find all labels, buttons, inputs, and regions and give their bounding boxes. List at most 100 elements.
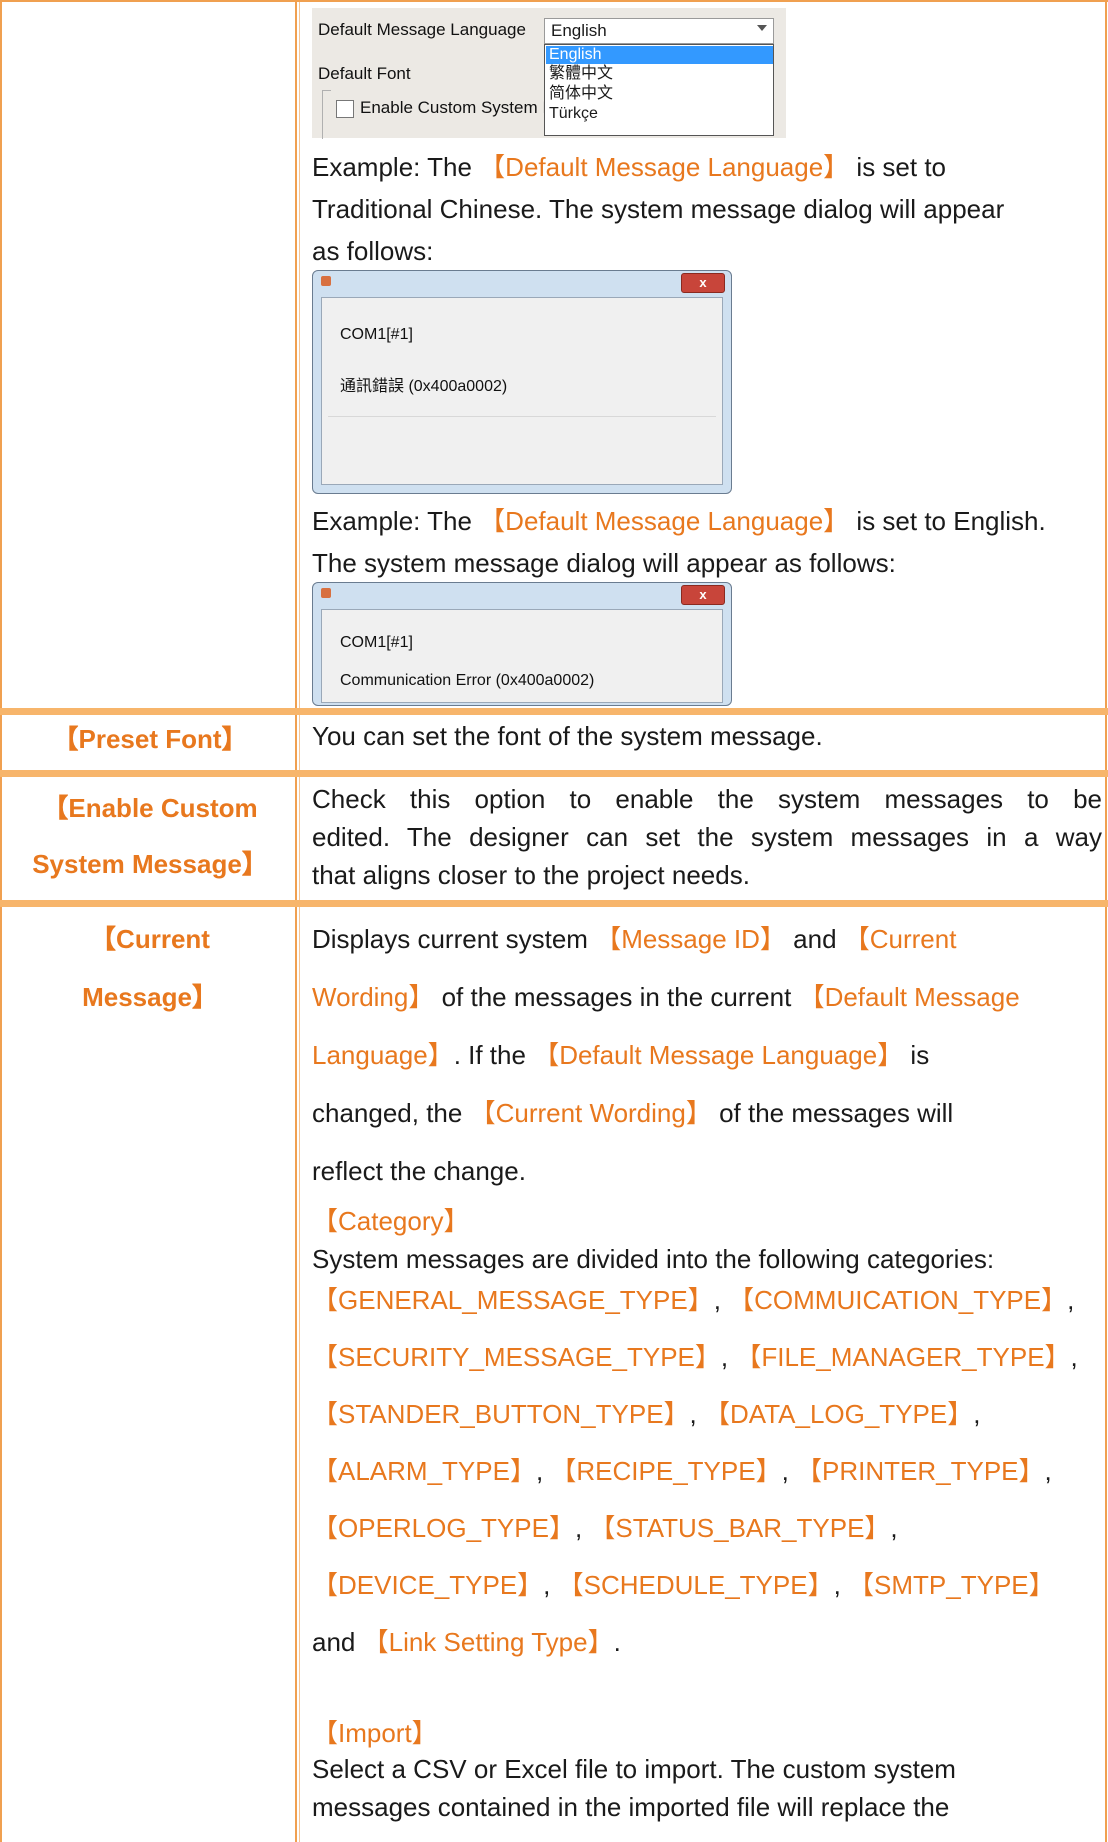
separator: , bbox=[1070, 1342, 1078, 1372]
example-suffix: is set to English. bbox=[849, 506, 1046, 536]
example-prefix: Example: The bbox=[312, 506, 480, 536]
example-suffix: is set to bbox=[849, 152, 947, 182]
enable-custom-description: Check this option to enable the system m… bbox=[312, 780, 1102, 894]
category-item: 【SECURITY_MESSAGE_TYPE】 bbox=[312, 1342, 721, 1372]
term-default-message-language: 【Default Message Language】 bbox=[479, 152, 850, 182]
row-separator-3 bbox=[0, 900, 1108, 907]
description-line: edited. The designer can set the system … bbox=[312, 822, 1102, 852]
separator: , bbox=[890, 1513, 898, 1543]
category-list: 【GENERAL_MESSAGE_TYPE】, 【COMMUICATION_TY… bbox=[312, 1272, 1102, 1671]
description-line: Select a CSV or Excel file to import. Th… bbox=[312, 1754, 956, 1784]
language-option[interactable]: 繁體中文 bbox=[549, 65, 613, 83]
text-run: changed, the bbox=[312, 1098, 470, 1128]
example-line: as follows: bbox=[312, 236, 434, 266]
category-item: 【DEVICE_TYPE】 bbox=[312, 1570, 544, 1600]
separator: , bbox=[713, 1285, 729, 1315]
enable-custom-label: Enable Custom System I bbox=[360, 98, 548, 117]
default-font-label: Default Font bbox=[318, 64, 411, 83]
language-option[interactable]: English bbox=[546, 46, 773, 64]
separator: , bbox=[535, 1456, 551, 1486]
term-default-message-language: Language】 bbox=[312, 1040, 454, 1070]
description-line: that aligns closer to the project needs. bbox=[312, 860, 750, 890]
term-current-wording: 【Current bbox=[843, 924, 957, 954]
example-traditional-text: Example: The 【Default Message Language】 … bbox=[312, 146, 1102, 272]
separator: , bbox=[574, 1513, 590, 1543]
term-default-message-language: 【Default Message Language】 bbox=[533, 1040, 904, 1070]
category-item: 【DATA_LOG_TYPE】 bbox=[704, 1399, 974, 1429]
separator: , bbox=[543, 1570, 558, 1600]
table-top-border bbox=[0, 0, 1108, 2]
row-separator-1 bbox=[0, 708, 1108, 715]
term-message-id: 【Message ID】 bbox=[595, 924, 786, 954]
language-combobox-value: English bbox=[551, 21, 607, 40]
period: . bbox=[613, 1627, 621, 1657]
term-default-message-language: 【Default Message Language】 bbox=[479, 506, 850, 536]
description-line: Check this option to enable the system m… bbox=[312, 784, 1102, 814]
text-run: reflect the change. bbox=[312, 1156, 526, 1186]
example-english-text: Example: The 【Default Message Language】 … bbox=[312, 500, 1102, 584]
separator: , bbox=[689, 1399, 704, 1429]
and-word: and bbox=[312, 1627, 363, 1657]
chevron-down-icon[interactable] bbox=[757, 25, 767, 31]
category-heading: 【Category】 bbox=[312, 1206, 470, 1236]
preset-font-description: You can set the font of the system messa… bbox=[312, 721, 823, 751]
category-item: 【COMMUICATION_TYPE】 bbox=[728, 1285, 1068, 1315]
dialog-titlebar: x bbox=[313, 271, 731, 295]
row-label-current-message: 【Current Message】 bbox=[0, 910, 300, 1026]
category-item: 【SCHEDULE_TYPE】 bbox=[557, 1570, 834, 1600]
dialog-message: 通訊錯誤 (0x400a0002) bbox=[340, 378, 508, 395]
category-item: 【SMTP_TYPE】 bbox=[848, 1570, 1055, 1600]
text-run: is bbox=[903, 1040, 930, 1070]
category-item: 【Link Setting Type】 bbox=[362, 1627, 614, 1657]
category-item: 【ALARM_TYPE】 bbox=[312, 1456, 536, 1486]
app-icon bbox=[321, 588, 331, 598]
current-message-description: Displays current system 【Message ID】 and… bbox=[312, 910, 1102, 1200]
separator: , bbox=[833, 1570, 849, 1600]
category-item: 【GENERAL_MESSAGE_TYPE】 bbox=[312, 1285, 714, 1315]
category-item: 【STANDER_BUTTON_TYPE】 bbox=[312, 1399, 690, 1429]
separator: , bbox=[720, 1342, 736, 1372]
message-dialog-traditional: x COM1[#1] 通訊錯誤 (0x400a0002) bbox=[312, 270, 732, 494]
dialog-message: Communication Error (0x400a0002) bbox=[340, 672, 595, 689]
row-label-line: Message】 bbox=[82, 982, 218, 1012]
dialog-titlebar: x bbox=[313, 583, 731, 607]
row-label-line: 【Enable Custom bbox=[42, 793, 258, 823]
text-run: . If the bbox=[453, 1040, 534, 1070]
groupbox-frame bbox=[322, 90, 331, 139]
close-button[interactable]: x bbox=[681, 273, 725, 293]
separator: , bbox=[1067, 1285, 1075, 1315]
row-label-preset-font: 【Preset Font】 bbox=[52, 724, 248, 754]
row-separator-2 bbox=[0, 770, 1108, 777]
term-current-wording: Wording】 bbox=[312, 982, 435, 1012]
message-dialog-english: x COM1[#1] Communication Error (0x400a00… bbox=[312, 582, 732, 706]
dialog-source: COM1[#1] bbox=[340, 634, 413, 651]
enable-custom-checkbox[interactable] bbox=[336, 100, 354, 118]
category-item: 【FILE_MANAGER_TYPE】 bbox=[735, 1342, 1071, 1372]
text-run: Displays current system bbox=[312, 924, 596, 954]
example-line: The system message dialog will appear as… bbox=[312, 548, 896, 578]
dialog-divider bbox=[328, 416, 716, 417]
row-label-enable-custom: 【Enable Custom System Message】 bbox=[0, 780, 300, 892]
dialog-client-area: COM1[#1] 通訊錯誤 (0x400a0002) bbox=[321, 297, 723, 485]
language-combobox[interactable]: English bbox=[544, 18, 774, 44]
import-heading: 【Import】 bbox=[312, 1718, 438, 1748]
text-run: and bbox=[785, 924, 844, 954]
term-default-message-language: 【Default Message bbox=[798, 982, 1020, 1012]
language-settings-screenshot: Default Message Language English Default… bbox=[312, 8, 786, 139]
separator: , bbox=[973, 1399, 981, 1429]
separator: , bbox=[781, 1456, 797, 1486]
language-option[interactable]: Türkçe bbox=[549, 105, 598, 123]
language-dropdown-list[interactable]: English 繁體中文 简体中文 Türkçe bbox=[544, 44, 774, 136]
import-description: Select a CSV or Excel file to import. Th… bbox=[312, 1750, 1102, 1826]
term-current-wording: 【Current Wording】 bbox=[469, 1098, 712, 1128]
default-message-language-label: Default Message Language bbox=[318, 20, 526, 39]
category-item: 【PRINTER_TYPE】 bbox=[796, 1456, 1045, 1486]
app-icon bbox=[321, 276, 331, 286]
text-run: of the messages in the current bbox=[434, 982, 799, 1012]
language-option[interactable]: 简体中文 bbox=[549, 85, 613, 103]
row-label-line: System Message】 bbox=[32, 849, 268, 879]
close-button[interactable]: x bbox=[681, 585, 725, 605]
description-line: messages contained in the imported file … bbox=[312, 1792, 950, 1822]
category-item: 【STATUS_BAR_TYPE】 bbox=[589, 1513, 891, 1543]
category-item: 【OPERLOG_TYPE】 bbox=[312, 1513, 575, 1543]
